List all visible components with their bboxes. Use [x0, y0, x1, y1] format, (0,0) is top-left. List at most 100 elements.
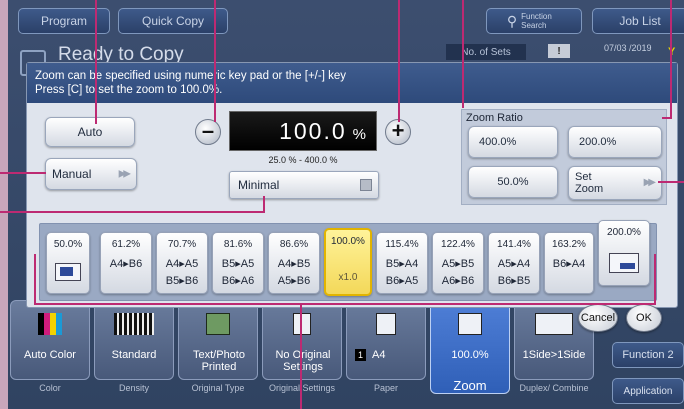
- ok-button[interactable]: OK: [626, 304, 662, 332]
- tab-density-value: Standard: [111, 349, 157, 361]
- function2-label: Function 2: [622, 349, 674, 361]
- preset-size-1: A4▸B5: [277, 258, 311, 270]
- enlarge-paper-icon: [609, 253, 639, 273]
- callout-line-presets-down: [300, 303, 302, 409]
- preset-size-2: A6▸B6: [441, 275, 475, 287]
- tab-paper[interactable]: 1 A4 Paper: [346, 300, 426, 393]
- preset-pct: 163.2%: [552, 239, 586, 250]
- set-zoom-line1: Set: [575, 171, 592, 183]
- tab-duplex-value: 1Side>1Side: [522, 349, 586, 361]
- no-of-sets-field[interactable]: No. of Sets: [446, 44, 526, 60]
- function2-button[interactable]: Function 2: [612, 342, 684, 368]
- zoom-plus-button[interactable]: +: [385, 119, 411, 145]
- preset-115-button[interactable]: 115.4% B5▸A4 B6▸A5: [376, 232, 428, 294]
- ratio-400-button[interactable]: 400.0%: [468, 126, 558, 158]
- preset-70-button[interactable]: 70.7% A4▸A5 B5▸B6: [156, 232, 208, 294]
- duplex-icon: [535, 313, 573, 335]
- tab-zoom-value: 100.0%: [451, 349, 489, 361]
- preset-pct: 81.6%: [223, 239, 253, 250]
- ratio-50-label: 50.0%: [497, 176, 529, 188]
- minimal-button[interactable]: Minimal: [229, 171, 379, 199]
- program-label: Program: [40, 14, 87, 28]
- dialog-header: Zoom can be specified using numeric key …: [27, 63, 677, 103]
- preset-141-button[interactable]: 141.4% A5▸A4 B6▸B5: [488, 232, 540, 294]
- tab-original-type[interactable]: Text/Photo Printed Original Type: [178, 300, 258, 393]
- zoom-ratio-title: Zoom Ratio: [466, 112, 523, 124]
- search-icon: ⚲: [506, 12, 518, 29]
- color-icon: [38, 313, 62, 335]
- zoom-unit: %: [352, 126, 366, 143]
- preset-50-button[interactable]: 50.0%: [46, 232, 90, 294]
- preset-size-2: B6▸A5: [385, 275, 419, 287]
- preset-size-1: A4▸A5: [165, 258, 199, 270]
- application-button[interactable]: Application: [612, 378, 684, 404]
- preset-pct: 122.4%: [441, 239, 475, 250]
- tab-color-value: Auto Color: [24, 349, 76, 361]
- preset-size-2: B6▸B5: [497, 275, 531, 287]
- preset-100-button[interactable]: 100.0% x1.0: [324, 228, 372, 296]
- preset-size-1: A5▸B5: [441, 258, 475, 270]
- preset-61-button[interactable]: 61.2% A4▸B6: [100, 232, 152, 294]
- callout-line-plus: [398, 0, 400, 122]
- minimal-checkbox[interactable]: [360, 179, 372, 191]
- tab-color[interactable]: Auto Color Color: [10, 300, 90, 393]
- preset-size-1: B5▸A4: [385, 258, 419, 270]
- callout-line-ratio-right: [670, 0, 672, 118]
- reduce-paper-icon: [55, 263, 81, 281]
- ratio-50-button[interactable]: 50.0%: [468, 166, 558, 198]
- set-zoom-line2: Zoom: [575, 183, 604, 195]
- tab-original-settings[interactable]: No Original Settings Original Settings: [262, 300, 342, 393]
- zoom-icon: [458, 313, 482, 335]
- job-list-label: Job List: [619, 14, 661, 28]
- ratio-400-label: 400.0%: [479, 136, 517, 148]
- set-zoom-button[interactable]: Set Zoom ▶▶: [568, 166, 662, 200]
- callout-line-setzoom: [658, 181, 684, 183]
- ratio-200-button[interactable]: 200.0%: [568, 126, 662, 158]
- cancel-label: Cancel: [580, 312, 616, 324]
- preset-163-button[interactable]: 163.2% B6▸A4: [544, 232, 594, 294]
- preset-size-2: x1.0: [338, 272, 358, 283]
- tab-density-label: Density: [118, 383, 149, 393]
- auto-button[interactable]: Auto: [45, 117, 135, 147]
- function-search-label: Function Search: [521, 12, 552, 30]
- cancel-button[interactable]: Cancel: [578, 304, 618, 332]
- date-display: 07/03 /2019: [604, 43, 652, 53]
- zoom-ratio-panel: Zoom Ratio 400.0% 200.0% 50.0% Set Zoom ▶…: [461, 109, 667, 205]
- preset-200-button[interactable]: 200.0%: [598, 220, 650, 286]
- preset-122-button[interactable]: 122.4% A5▸B5 A6▸B6: [432, 232, 484, 294]
- auto-label: Auto: [77, 125, 103, 139]
- tab-original-settings-value: No Original Settings: [275, 349, 331, 373]
- tab-density[interactable]: Standard Density: [94, 300, 174, 393]
- callout-line-manual: [0, 172, 46, 174]
- manual-button[interactable]: Manual ▶▶: [45, 158, 137, 190]
- application-label: Application: [623, 385, 673, 397]
- preset-pct: 70.7%: [167, 239, 197, 250]
- zoom-dialog: Zoom can be specified using numeric key …: [26, 62, 678, 308]
- paper-icon: [376, 313, 396, 335]
- tab-zoom[interactable]: 100.0% Zoom: [430, 300, 510, 394]
- tab-color-label: Color: [39, 383, 61, 393]
- density-icon: [114, 313, 154, 335]
- callout-line-ratio-left: [462, 0, 464, 108]
- preset-pct: 200.0%: [607, 227, 641, 238]
- preset-81-button[interactable]: 81.6% B5▸A5 B6▸A6: [212, 232, 264, 294]
- function-search-button[interactable]: ⚲ Function Search: [486, 8, 582, 34]
- quick-copy-button[interactable]: Quick Copy: [118, 8, 228, 34]
- callout-line-minimal-h: [0, 211, 265, 213]
- zoom-value-display: 100.0 %: [229, 111, 377, 151]
- preset-pct: 141.4%: [497, 239, 531, 250]
- preset-pct: 115.4%: [385, 239, 419, 250]
- tab-zoom-label: Zoom: [453, 378, 487, 393]
- zoom-minus-button[interactable]: –: [195, 119, 221, 145]
- preset-size-1: B6▸A4: [552, 258, 586, 270]
- preset-size-1: A4▸B6: [109, 258, 143, 270]
- callout-line-minimal-v: [263, 196, 265, 213]
- quick-copy-label: Quick Copy: [141, 14, 205, 28]
- paper-size: A4: [372, 349, 386, 361]
- preset-86-button[interactable]: 86.6% A4▸B5 A5▸B6: [268, 232, 320, 294]
- preset-size-2: B5▸B6: [165, 275, 199, 287]
- preset-pct: 50.0%: [53, 239, 83, 250]
- tab-duplex-label: Duplex/ Combine: [519, 383, 589, 393]
- callout-line-presets-left: [34, 254, 36, 304]
- preset-pct: 86.6%: [279, 239, 309, 250]
